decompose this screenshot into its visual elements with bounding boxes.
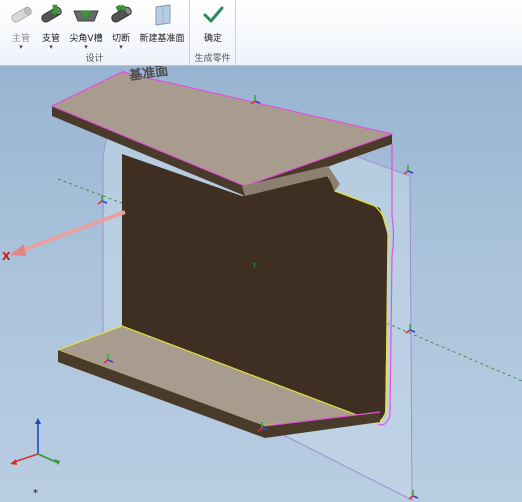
branch-pipe-button[interactable]: 支管 ▾ bbox=[37, 3, 65, 51]
handle-marker[interactable] bbox=[403, 165, 414, 175]
chevron-down-icon: ▾ bbox=[49, 43, 53, 51]
v-groove-button[interactable]: 尖角V槽 ▾ bbox=[68, 3, 104, 51]
chevron-down-icon: ▾ bbox=[19, 43, 23, 51]
x-axis-arrowhead bbox=[10, 244, 26, 256]
cut-icon bbox=[107, 3, 135, 27]
new-datum-label: 新建基准面 bbox=[139, 34, 185, 44]
v-groove-icon bbox=[72, 3, 100, 27]
checkmark-icon bbox=[199, 3, 227, 27]
origin-marker: * bbox=[33, 488, 38, 499]
confirm-button[interactable]: 确定 bbox=[198, 3, 228, 44]
group-generate-part: 确定 生成零件 bbox=[190, 0, 236, 66]
group-design: 主管 ▾ 支管 ▾ 尖角V槽 ▾ 切断 ▾ 新建基准面 设计 bbox=[0, 0, 190, 66]
chevron-down-icon: ▾ bbox=[84, 43, 88, 51]
y-axis-label: Y bbox=[251, 261, 257, 270]
cut-off-button[interactable]: 切断 ▾ bbox=[107, 3, 135, 51]
chevron-down-icon: ▾ bbox=[119, 43, 123, 51]
x-axis-label: X bbox=[2, 250, 11, 263]
branch-pipe-icon bbox=[37, 3, 65, 27]
3d-viewport[interactable]: 基准面 X Y * bbox=[0, 66, 522, 502]
confirm-label: 确定 bbox=[203, 34, 222, 44]
new-datum-button[interactable]: 新建基准面 bbox=[138, 3, 186, 44]
main-pipe-button[interactable]: 主管 ▾ bbox=[6, 3, 36, 51]
datum-plane-icon bbox=[148, 3, 176, 27]
pipe-icon bbox=[7, 3, 35, 27]
ribbon-toolbar: 主管 ▾ 支管 ▾ 尖角V槽 ▾ 切断 ▾ 新建基准面 设计 确定 生成零件 bbox=[0, 0, 522, 66]
group-generate-part-label: 生成零件 bbox=[194, 54, 231, 64]
orientation-triad bbox=[10, 418, 60, 465]
group-design-label: 设计 bbox=[85, 54, 104, 64]
